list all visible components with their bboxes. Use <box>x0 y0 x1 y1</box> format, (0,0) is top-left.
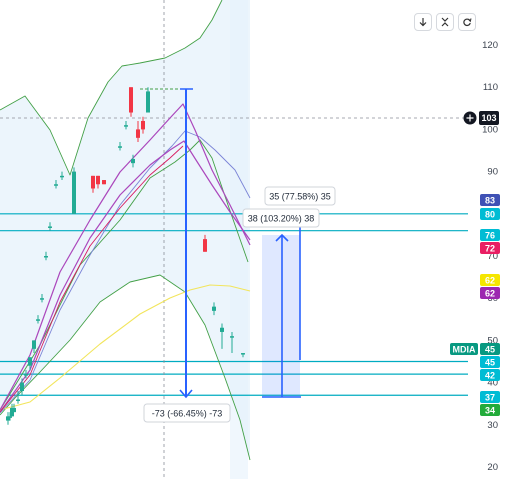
measure-up-long-label: 35 (77.58%) 35 <box>269 192 331 202</box>
reset-button[interactable] <box>458 13 476 31</box>
measure-up-short-label: 38 (103.20%) 38 <box>248 214 315 224</box>
price-badge-value: 45 <box>485 344 495 354</box>
symbol-badge-label: MDIA <box>453 344 476 354</box>
candle-body <box>203 239 207 252</box>
chart-canvas[interactable]: -73 (-66.45%) -73 38 (103.20%) 38 35 (77.5… <box>0 0 519 479</box>
candle-body <box>20 382 24 392</box>
price-badge-value: 80 <box>485 209 495 219</box>
candle-body <box>72 171 76 214</box>
candle-body <box>16 399 20 401</box>
price-badge-value: 72 <box>485 243 495 253</box>
price-badge-value: 83 <box>485 195 495 205</box>
candle-body <box>60 175 64 178</box>
candle-body <box>102 180 106 185</box>
crosshair-price-label: 103 <box>481 113 496 123</box>
candle-body <box>230 336 234 338</box>
candle-body <box>24 374 28 376</box>
candle-body <box>44 256 48 258</box>
candle-body <box>136 129 140 138</box>
candle-body <box>129 87 133 113</box>
price-badge-value: 62 <box>485 288 495 298</box>
candle-body <box>241 353 245 355</box>
measure-up-range-fill <box>262 235 300 397</box>
candle-body <box>124 125 128 127</box>
candle-body <box>118 146 122 148</box>
price-axis-tick: 20 <box>487 462 498 473</box>
price-axis-tick: 110 <box>483 82 498 93</box>
candle-body <box>212 306 216 311</box>
candle-body <box>146 91 150 113</box>
candle-body <box>131 158 135 164</box>
price-axis-tick: 120 <box>482 40 498 51</box>
candle-body <box>54 184 58 186</box>
price-axis-tick: 90 <box>487 167 498 178</box>
chart-area[interactable]: -73 (-66.45%) -73 38 (103.20%) 38 35 (77.5… <box>0 0 519 479</box>
price-badge-value: 45 <box>485 357 495 367</box>
price-badge-value: 34 <box>485 405 495 415</box>
scroll-down-button[interactable] <box>414 13 432 31</box>
candle-body <box>12 407 16 413</box>
candle-body <box>40 298 44 300</box>
measure-down-label: -73 (-66.45%) -73 <box>152 409 223 419</box>
bollinger-band-fill <box>0 0 250 460</box>
candle-body <box>28 357 32 366</box>
candle-body <box>96 175 100 185</box>
price-badge-value: 76 <box>485 230 495 240</box>
candle-body <box>8 416 12 418</box>
collapse-button[interactable] <box>436 13 454 31</box>
candle-body <box>220 327 224 332</box>
plot-layer <box>0 0 468 479</box>
refresh-icon <box>463 18 472 27</box>
price-axis-tick: 100 <box>482 124 498 135</box>
arrow-down-icon <box>419 18 427 27</box>
price-badge-value: 37 <box>485 392 495 402</box>
candle-body <box>141 120 145 130</box>
price-axis-tick: 30 <box>487 420 498 431</box>
candle-body <box>36 319 40 321</box>
candle-body <box>91 175 95 189</box>
collapse-arrows-icon <box>441 17 449 27</box>
band-highlight <box>230 0 248 479</box>
price-badge-value: 42 <box>485 370 495 380</box>
candle-body <box>32 340 36 349</box>
candle-body <box>48 226 52 228</box>
price-badge-value: 62 <box>485 275 495 285</box>
